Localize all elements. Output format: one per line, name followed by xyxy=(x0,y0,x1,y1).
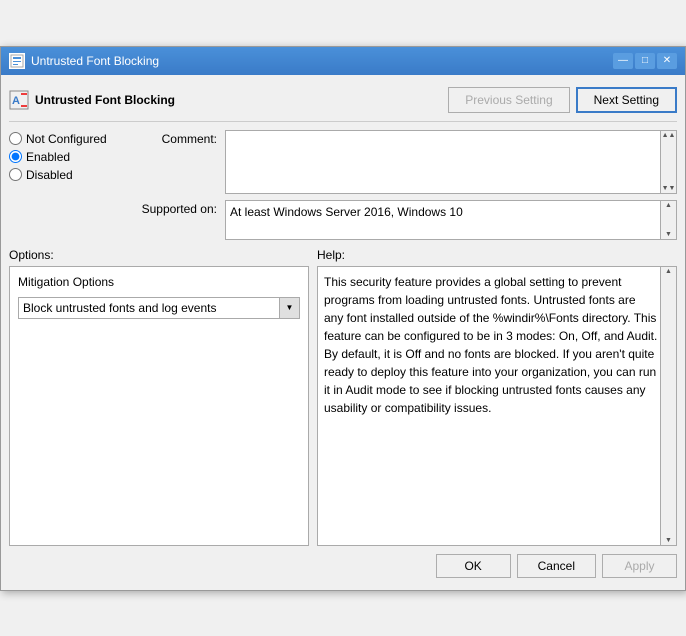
comment-scrollbar: ▲ ▼ xyxy=(661,130,677,194)
close-button[interactable]: ✕ xyxy=(657,53,677,69)
svg-text:A: A xyxy=(12,95,20,107)
radio-enabled-label: Enabled xyxy=(26,150,70,164)
header-buttons: Previous Setting Next Setting xyxy=(448,87,677,113)
supported-on-field: At least Windows Server 2016, Windows 10… xyxy=(225,200,677,240)
help-text: This security feature provides a global … xyxy=(318,267,676,545)
header-title-text: Untrusted Font Blocking xyxy=(35,93,175,107)
right-section: Comment: ▲ ▼ Supported on: xyxy=(137,130,677,240)
help-panel: This security feature provides a global … xyxy=(317,266,677,546)
title-bar-left: Untrusted Font Blocking xyxy=(9,53,159,69)
supported-scroll-down[interactable]: ▼ xyxy=(665,231,672,238)
help-section-label: Help: xyxy=(317,248,677,262)
comment-field-wrapper: ▲ ▼ xyxy=(225,130,677,194)
options-panel-title: Mitigation Options xyxy=(18,275,300,289)
ok-button[interactable]: OK xyxy=(436,554,511,578)
main-window: Untrusted Font Blocking — □ ✕ A Untruste… xyxy=(0,46,686,591)
radio-not-configured-label: Not Configured xyxy=(26,132,107,146)
content-area: A Untrusted Font Blocking Previous Setti… xyxy=(1,75,685,590)
supported-on-label: Supported on: xyxy=(137,200,217,216)
supported-on-scrollbar: ▲ ▼ xyxy=(660,201,676,239)
cancel-button[interactable]: Cancel xyxy=(517,554,596,578)
apply-button[interactable]: Apply xyxy=(602,554,677,578)
footer-row: OK Cancel Apply xyxy=(9,546,677,582)
options-section-label: Options: xyxy=(9,248,309,262)
main-form: Not Configured Enabled Disabled Comm xyxy=(9,130,677,240)
section-labels: Options: Help: xyxy=(9,248,677,262)
scroll-up-arrow[interactable]: ▲ xyxy=(662,132,676,139)
scroll-down-arrow[interactable]: ▼ xyxy=(662,185,676,192)
help-scrollbar: ▲ ▼ xyxy=(660,267,676,545)
maximize-button[interactable]: □ xyxy=(635,53,655,69)
supported-on-wrapper: At least Windows Server 2016, Windows 10… xyxy=(225,200,677,240)
mitigation-options-select[interactable]: Block untrusted fonts and log eventsAudi… xyxy=(19,298,279,318)
title-bar: Untrusted Font Blocking — □ ✕ xyxy=(1,47,685,75)
supported-on-row: Supported on: At least Windows Server 20… xyxy=(137,200,677,240)
options-panel: Mitigation Options Block untrusted fonts… xyxy=(9,266,309,546)
help-scroll-up[interactable]: ▲ xyxy=(665,268,672,275)
radio-enabled-input[interactable] xyxy=(9,150,22,163)
comment-textarea[interactable] xyxy=(225,130,661,194)
supported-scroll-up[interactable]: ▲ xyxy=(665,202,672,209)
comment-row: Comment: ▲ ▼ xyxy=(137,130,677,194)
radio-disabled[interactable]: Disabled xyxy=(9,168,129,182)
previous-setting-button[interactable]: Previous Setting xyxy=(448,87,569,113)
title-bar-title: Untrusted Font Blocking xyxy=(31,54,159,68)
radio-disabled-label: Disabled xyxy=(26,168,73,182)
supported-on-value: At least Windows Server 2016, Windows 10 xyxy=(226,201,660,239)
header-row: A Untrusted Font Blocking Previous Setti… xyxy=(9,83,677,122)
minimize-button[interactable]: — xyxy=(613,53,633,69)
dropdown-arrow-icon[interactable]: ▼ xyxy=(279,298,299,318)
radio-not-configured[interactable]: Not Configured xyxy=(9,132,129,146)
radio-enabled[interactable]: Enabled xyxy=(9,150,129,164)
radio-disabled-input[interactable] xyxy=(9,168,22,181)
radio-not-configured-input[interactable] xyxy=(9,132,22,145)
radio-section: Not Configured Enabled Disabled xyxy=(9,130,129,240)
help-scroll-down[interactable]: ▼ xyxy=(665,537,672,544)
bottom-panels: Mitigation Options Block untrusted fonts… xyxy=(9,266,677,546)
radio-group: Not Configured Enabled Disabled xyxy=(9,132,129,182)
header-title: A Untrusted Font Blocking xyxy=(9,90,175,110)
header-icon: A xyxy=(9,90,29,110)
comment-label: Comment: xyxy=(137,130,217,146)
window-icon xyxy=(9,53,25,69)
next-setting-button[interactable]: Next Setting xyxy=(576,87,677,113)
comment-area: ▲ ▼ xyxy=(225,130,677,194)
title-bar-controls: — □ ✕ xyxy=(613,53,677,69)
dropdown-wrapper[interactable]: Block untrusted fonts and log eventsAudi… xyxy=(18,297,300,319)
